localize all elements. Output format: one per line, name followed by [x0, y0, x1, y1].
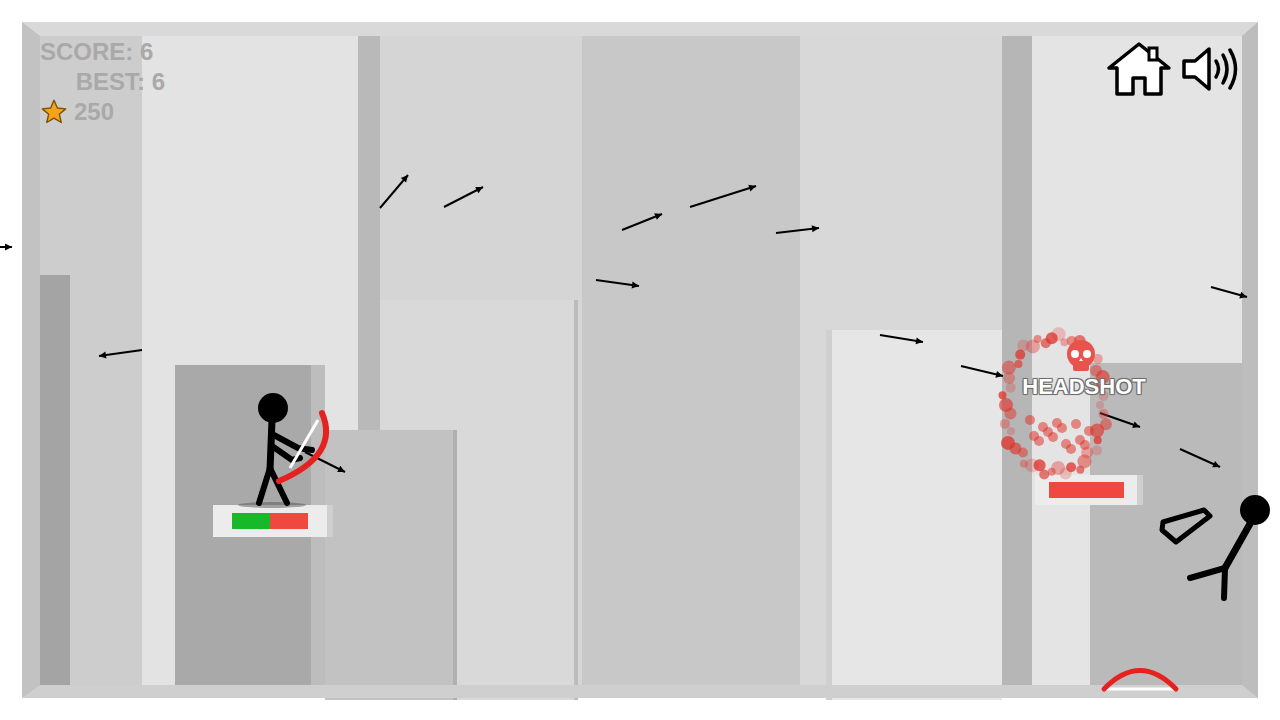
stars-text: 250 — [74, 97, 114, 127]
blood-dot — [1099, 409, 1109, 419]
blood-dot — [1075, 435, 1085, 445]
player-health-fill — [232, 513, 270, 529]
building — [40, 275, 70, 695]
arrowhead — [632, 282, 639, 289]
arrowhead — [401, 175, 408, 183]
player-platform — [213, 505, 333, 537]
blood-dot — [999, 391, 1007, 399]
blood-dot — [1061, 439, 1071, 449]
enemy-platform — [1035, 475, 1143, 505]
game-screen: HEADSHOT SCORE: 6 BEST: 6 250 — [0, 0, 1280, 720]
blood-dot — [999, 398, 1013, 412]
blood-dot — [1094, 436, 1102, 444]
blood-dot — [1076, 466, 1084, 474]
hud: SCORE: 6 BEST: 6 250 — [40, 37, 165, 127]
arrowhead — [1132, 421, 1140, 428]
score-text: SCORE: 6 — [40, 37, 165, 67]
arrow — [1180, 449, 1220, 467]
blood-dot — [1084, 426, 1094, 436]
blood-dot — [1020, 460, 1028, 468]
blood-dot — [1000, 419, 1010, 429]
headshot-text: HEADSHOT — [1022, 374, 1145, 399]
headshot-label: HEADSHOT — [1004, 376, 1164, 398]
building — [325, 430, 457, 700]
arrowhead — [5, 244, 12, 251]
arrowhead — [916, 337, 923, 344]
blood-dot — [1007, 427, 1015, 435]
arrowhead — [748, 185, 756, 192]
arrow — [444, 187, 483, 207]
blood-dot — [1034, 335, 1042, 343]
top-controls — [1105, 40, 1239, 98]
blood-dot — [1071, 419, 1081, 429]
blood-dot — [1002, 361, 1016, 375]
arrow — [690, 186, 756, 207]
arrowhead — [812, 225, 819, 232]
blood-dot — [1025, 415, 1035, 425]
skull-icon — [1062, 338, 1100, 376]
blood-dot — [1001, 436, 1015, 450]
arrowhead — [337, 466, 345, 472]
stars-counter: 250 — [40, 97, 165, 127]
home-icon[interactable] — [1105, 40, 1173, 98]
star-icon — [40, 98, 68, 126]
arrow — [622, 214, 662, 230]
arrowhead — [1212, 461, 1220, 467]
blood-dot — [1015, 360, 1023, 368]
arrowhead — [995, 371, 1003, 378]
best-text: BEST: 6 — [40, 67, 165, 97]
blood-dot — [1092, 445, 1102, 455]
building — [826, 330, 1002, 700]
building — [1090, 363, 1242, 693]
arrow — [380, 175, 408, 208]
blood-dot — [1096, 401, 1104, 409]
arrowhead — [99, 352, 106, 359]
blood-dot — [1052, 418, 1062, 428]
blood-dot — [1029, 431, 1039, 441]
sound-icon[interactable] — [1181, 44, 1239, 94]
enemy-health-bar — [1049, 482, 1124, 498]
player-health-bar — [232, 513, 308, 529]
blood-dot — [1006, 383, 1016, 393]
arrowhead — [475, 187, 483, 193]
blood-dot — [1038, 422, 1048, 432]
arrowhead — [654, 213, 662, 219]
arrowhead — [1239, 292, 1247, 299]
